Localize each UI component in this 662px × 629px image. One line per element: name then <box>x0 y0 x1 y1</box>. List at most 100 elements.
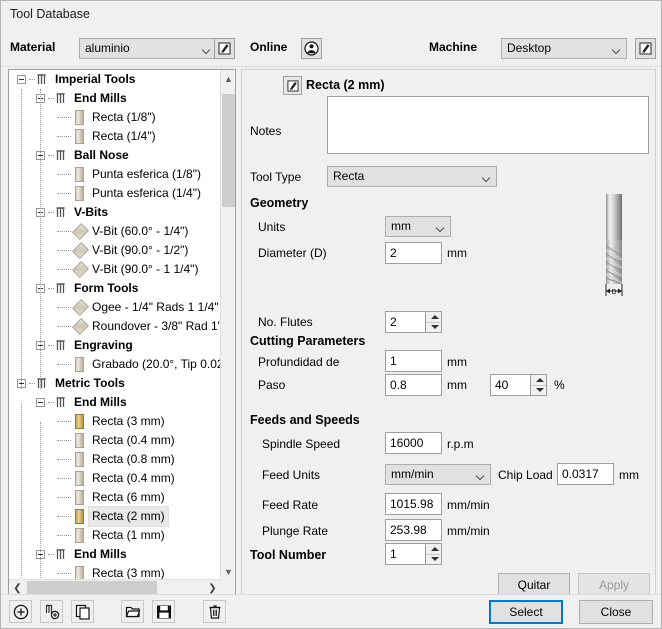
units-select[interactable]: mm <box>385 216 451 237</box>
tree-node-label: V-Bits <box>74 205 109 219</box>
spinner-up-icon[interactable] <box>431 315 439 319</box>
tree-connector-line <box>48 402 54 403</box>
tree-group-row[interactable]: End Mills <box>9 393 221 412</box>
tree-connector-line <box>57 193 71 194</box>
spinner-down-icon[interactable] <box>536 388 544 392</box>
tool-name-title: Recta (2 mm) <box>306 78 385 92</box>
tree-expander-icon[interactable] <box>36 398 45 407</box>
material-edit-button[interactable] <box>214 38 235 59</box>
tree-node-label: Punta esferica (1/8") <box>92 167 201 181</box>
open-button[interactable] <box>121 600 144 623</box>
spinner-down-icon[interactable] <box>431 325 439 329</box>
edit-pencil-icon <box>218 42 231 55</box>
add-toolgroup-icon <box>45 604 59 619</box>
chevron-up-icon[interactable]: ▲ <box>221 70 235 87</box>
material-select[interactable]: aluminio <box>79 38 217 59</box>
tree-horizontal-scrollbar[interactable]: ❮ ❯ <box>9 579 221 595</box>
tree-node-label: Recta (3 mm) <box>92 414 165 428</box>
tool-database-dialog: Tool Database Material aluminio Online M… <box>0 0 662 629</box>
machine-select[interactable]: Desktop <box>501 38 627 59</box>
tool-group-icon <box>55 149 68 162</box>
tool-type-label: Tool Type <box>250 170 302 184</box>
tree-guide-line <box>40 422 41 580</box>
tree-connector-line <box>57 440 71 441</box>
chevron-down-icon[interactable]: ▼ <box>221 563 235 580</box>
notes-label: Notes <box>250 124 282 138</box>
flutes-spinner-buttons[interactable] <box>425 311 442 333</box>
add-tool-group-button[interactable] <box>40 600 63 623</box>
diameter-input[interactable]: 2 <box>385 242 442 264</box>
stepover-percent-unit: % <box>554 378 565 392</box>
notes-input[interactable] <box>327 96 649 154</box>
copy-button[interactable] <box>71 600 94 623</box>
select-button[interactable]: Select <box>489 600 563 624</box>
units-label: Units <box>258 220 286 234</box>
copy-icon <box>75 604 90 620</box>
tree-connector-line <box>48 345 54 346</box>
tree-connector-line <box>57 269 71 270</box>
tree-vertical-scrollbar[interactable]: ▲ ▼ <box>220 70 235 580</box>
flutes-stepper[interactable]: 2 <box>385 311 442 333</box>
spinner-up-icon[interactable] <box>431 547 439 551</box>
save-button[interactable] <box>152 600 175 623</box>
feed-rate-input[interactable]: 1015.98 <box>385 493 442 515</box>
online-account-button[interactable] <box>301 38 322 59</box>
tree-node-label: Form Tools <box>74 281 139 295</box>
flutes-label: No. Flutes <box>258 315 313 329</box>
spinner-up-icon[interactable] <box>536 378 544 382</box>
top-toolbar: Material aluminio Online Machine Desktop <box>1 27 661 67</box>
tool-tree[interactable]: Imperial Tools End Mills Recta (1/8") Recta… <box>9 70 221 580</box>
tree-connector-line <box>48 554 54 555</box>
tree-node-label: Punta esferica (1/4") <box>92 186 201 200</box>
tool-type-select[interactable]: Recta <box>327 166 497 187</box>
stepover-percent-stepper[interactable]: 40 <box>490 374 547 396</box>
machine-edit-button[interactable] <box>635 38 656 59</box>
stepover-input[interactable]: 0.8 <box>385 374 442 396</box>
tree-node-label: Recta (1/8") <box>92 110 156 124</box>
tree-connector-line <box>57 136 71 137</box>
tool-name-edit-button[interactable] <box>283 76 302 95</box>
tool-tree-panel[interactable]: Imperial Tools End Mills Recta (1/8") Recta… <box>8 69 236 596</box>
user-account-icon <box>304 41 319 56</box>
add-tool-button[interactable] <box>9 600 32 623</box>
tree-connector-line <box>57 516 71 517</box>
depth-input[interactable]: 1 <box>385 350 442 372</box>
tree-node-label: Recta (0.4 mm) <box>92 471 175 485</box>
delete-button[interactable] <box>203 600 226 623</box>
chip-load-input[interactable]: 0.0317 <box>557 463 614 485</box>
tree-node-label: V-Bit (90.0° - 1 1/4") <box>92 262 199 276</box>
chevron-down-icon <box>437 225 444 229</box>
endmill-tool-icon <box>75 433 84 448</box>
tree-connector-line <box>57 364 71 365</box>
title-bar: Tool Database <box>1 1 661 27</box>
vbit-tool-icon <box>72 223 89 240</box>
vbit-tool-icon <box>72 299 89 316</box>
tree-group-row[interactable]: Imperial Tools <box>9 70 221 89</box>
feeds-speeds-heading: Feeds and Speeds <box>250 413 360 427</box>
tool-number-spinner-buttons[interactable] <box>425 543 442 565</box>
scrollbar-corner <box>220 579 235 595</box>
tree-expander-icon[interactable] <box>17 75 26 84</box>
tree-hscroll-thumb[interactable] <box>27 581 157 595</box>
tree-node-label: Ogee - 1/4" Rads 1 1/4" D <box>92 300 221 314</box>
tool-number-value: 1 <box>390 547 397 561</box>
edit-pencil-icon <box>639 42 652 55</box>
close-button[interactable]: Close <box>579 600 653 624</box>
stepover-spinner-buttons[interactable] <box>530 374 547 396</box>
tree-node-label: End Mills <box>74 547 127 561</box>
tree-vscroll-thumb[interactable] <box>222 94 235 207</box>
tree-node-label: End Mills <box>74 91 127 105</box>
feed-units-select[interactable]: mm/min <box>385 464 491 485</box>
plunge-rate-input[interactable]: 253.98 <box>385 519 442 541</box>
tool-group-icon <box>55 396 68 409</box>
endmill-tool-icon <box>75 357 84 372</box>
vbit-tool-icon <box>72 242 89 259</box>
tree-guide-line <box>21 403 22 580</box>
tool-group-icon <box>36 377 49 390</box>
tool-number-stepper[interactable]: 1 <box>385 543 442 565</box>
chip-load-label: Chip Load <box>498 468 553 482</box>
plunge-rate-unit: mm/min <box>447 524 490 538</box>
tree-connector-line <box>57 117 71 118</box>
spinner-down-icon[interactable] <box>431 557 439 561</box>
spindle-speed-input[interactable]: 16000 <box>385 432 442 454</box>
